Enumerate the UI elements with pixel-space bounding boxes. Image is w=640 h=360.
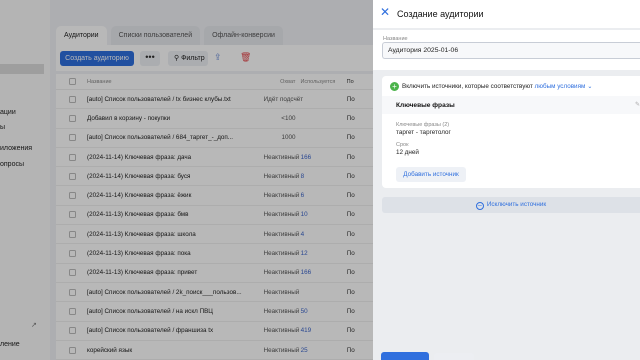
include-rules-card: + Включить источники, которые соответств… <box>382 76 640 188</box>
save-button[interactable] <box>381 352 429 360</box>
exclude-source-label: Исключить источник <box>486 201 547 208</box>
keywords-label: Ключевые фразы (2) <box>396 122 450 128</box>
include-condition-dropdown[interactable]: любым условиям ⌄ <box>535 83 593 90</box>
close-icon[interactable]: ✕ <box>380 6 391 18</box>
exclude-source-button[interactable]: – Исключить источник <box>382 197 640 213</box>
include-text: Включить источники, которые соответствую… <box>402 83 533 90</box>
drawer-header: ✕ Создание аудитории <box>373 0 640 28</box>
edit-icon[interactable]: ✎ <box>635 101 640 108</box>
add-source-button[interactable]: Добавить источник <box>396 167 466 182</box>
source-title: Ключевые фразы <box>396 102 455 109</box>
plus-circle-icon: + <box>390 82 399 91</box>
term-value: 12 дней <box>396 149 419 156</box>
include-rule-text: Включить источники, которые соответствую… <box>402 83 592 90</box>
include-condition-link: любым условиям <box>534 83 586 90</box>
source-header[interactable]: Ключевые фразы ✎ <box>382 96 640 114</box>
create-audience-drawer: ✕ Создание аудитории Название + Включить… <box>373 0 640 360</box>
keywords-value: таргет - таргетолог <box>396 129 451 136</box>
audience-name-input[interactable] <box>382 42 640 59</box>
minus-circle-icon: – <box>475 202 484 210</box>
chevron-down-icon: ⌄ <box>587 84 593 90</box>
drawer-title: Создание аудитории <box>397 9 484 19</box>
cancel-button[interactable] <box>434 353 474 360</box>
name-section: Название <box>373 30 640 70</box>
term-label: Срок <box>396 142 409 148</box>
